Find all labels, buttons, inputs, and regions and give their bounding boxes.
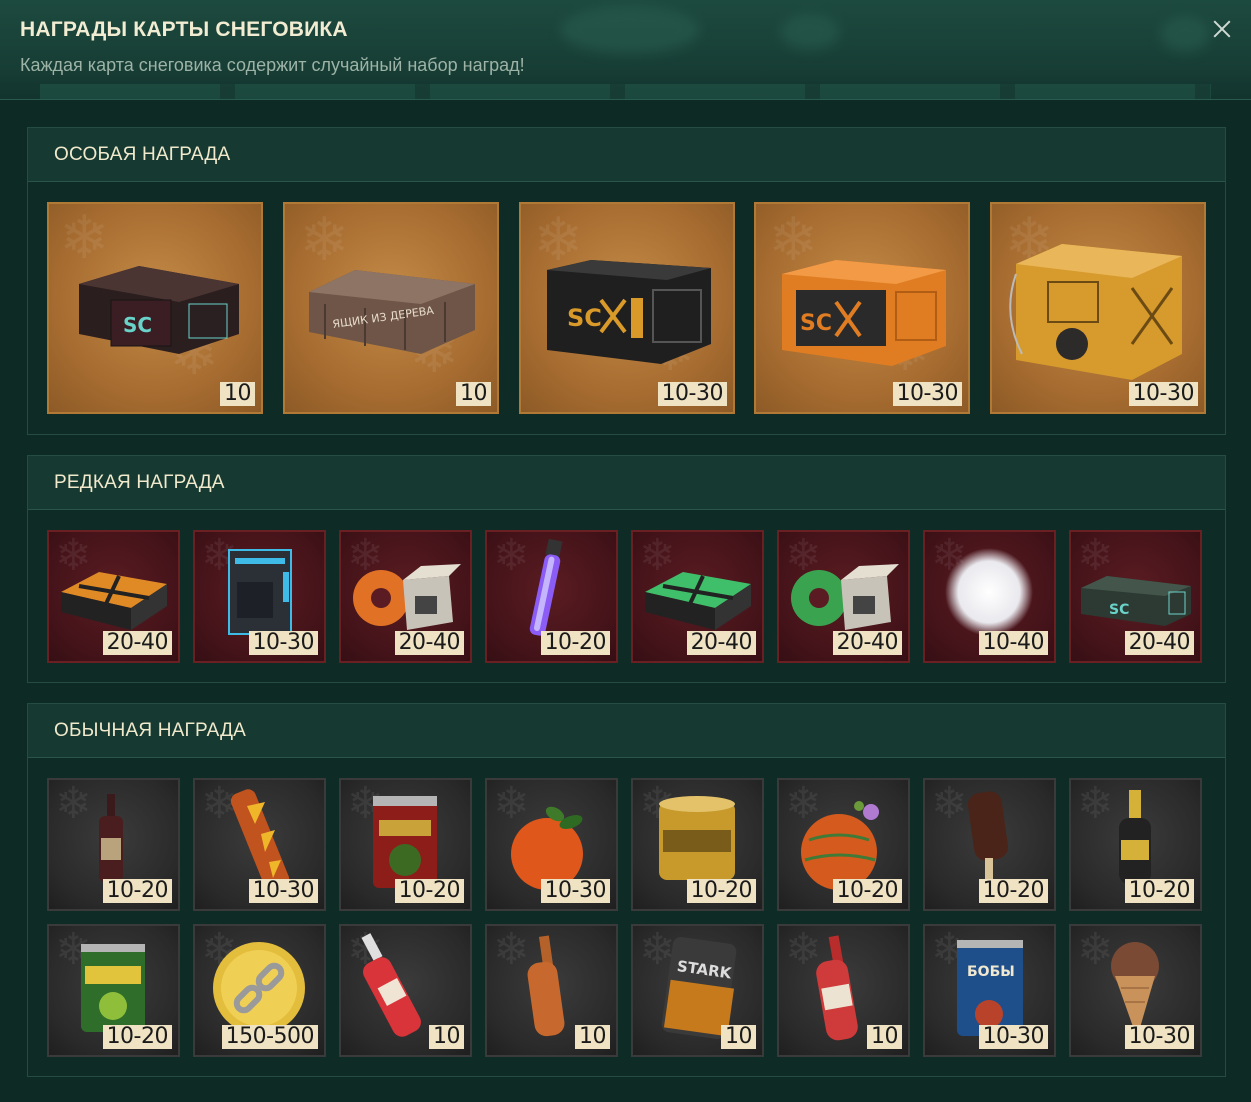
special-reward-section: ОСОБАЯ НАГРАДА ❄ ❄ SC 10 ❄ ❄ ЯЩИК ИЗ ДЕРЕВ… [27,127,1226,435]
modal-title: НАГРАДЫ КАРТЫ СНЕГОВИКА [20,18,348,41]
svg-text:SC: SC [1109,602,1129,618]
quantity-badge: 10-20 [394,879,464,903]
modal-header: НАГРАДЫ КАРТЫ СНЕГОВИКА Каждая карта сне… [0,0,1251,100]
reward-tile[interactable]: ❄❄ 10-30 [990,202,1206,414]
quantity-badge: 10-30 [1124,1025,1194,1049]
svg-text:SC: SC [800,311,832,336]
reward-tile[interactable]: ❄ 10 [485,924,618,1057]
reward-tile[interactable]: ❄ ❄ ЯЩИК ИЗ ДЕРЕВА 10 [283,202,499,414]
quantity-badge: 20-40 [686,631,756,655]
quantity-badge: 10-20 [102,879,172,903]
quantity-badge: 10-30 [248,631,318,655]
reward-tile[interactable]: ❄ 10-20 [923,778,1056,911]
reward-tile[interactable]: ❄ SC 20-40 [1069,530,1202,663]
quantity-badge: 20-40 [394,631,464,655]
quantity-badge: 10-30 [892,382,962,406]
quantity-badge: 10 [721,1025,756,1049]
svg-text:SC: SC [123,313,152,337]
quantity-badge: 10-20 [1124,879,1194,903]
reward-tile[interactable]: ❄ 10-20 [485,530,618,663]
blurred-background [780,14,840,50]
section-title: ОСОБАЯ НАГРАДА [28,128,1225,182]
reward-tile[interactable]: ❄ 10-40 [923,530,1056,663]
modal-subtitle: Каждая карта снеговика содержит случайны… [20,55,525,75]
reward-tile[interactable]: ❄ 20-40 [777,530,910,663]
quantity-badge: 10-20 [540,631,610,655]
reward-tile[interactable]: ❄❄ SC 10-30 [519,202,735,414]
svg-text:SC: SC [567,304,602,332]
quantity-badge: 10-30 [1128,382,1198,406]
quantity-badge: 150-500 [221,1025,318,1049]
quantity-badge: 10-20 [686,879,756,903]
quantity-badge: 10 [220,382,255,406]
reward-tile[interactable]: ❄ 20-40 [47,530,180,663]
svg-text:БОБЫ: БОБЫ [967,964,1015,980]
reward-tile[interactable]: ❄ БОБЫ 10-30 [923,924,1056,1057]
reward-tile[interactable]: ❄ 10-20 [631,778,764,911]
reward-tile[interactable]: ❄ 10-20 [339,778,472,911]
reward-tile[interactable]: ❄ 10-20 [777,778,910,911]
reward-tile[interactable]: ❄ 20-40 [631,530,764,663]
reward-tile[interactable]: ❄ 10-20 [1069,778,1202,911]
blurred-background [1160,16,1210,52]
reward-tile[interactable]: ❄ 150-500 [193,924,326,1057]
reward-tile[interactable]: ❄ 10-30 [193,778,326,911]
blurred-tabs-background [40,84,1211,99]
section-title: ОБЫЧНАЯ НАГРАДА [28,704,1225,758]
close-icon[interactable] [1209,16,1235,42]
quantity-badge: 10-20 [102,1025,172,1049]
quantity-badge: 20-40 [102,631,172,655]
reward-tile[interactable]: ❄ 10-20 [47,778,180,911]
section-title: РЕДКАЯ НАГРАДА [28,456,1225,510]
reward-tile[interactable]: ❄ 20-40 [339,530,472,663]
quantity-badge: 10-30 [540,879,610,903]
reward-tile[interactable]: ❄ ❄ SC 10 [47,202,263,414]
quantity-badge: 10-40 [978,631,1048,655]
quantity-badge: 10 [456,382,491,406]
reward-tile[interactable]: ❄ STARK 10 [631,924,764,1057]
common-reward-section: ОБЫЧНАЯ НАГРАДА ❄ 10-20 ❄ 10-30 ❄ 10-20 … [27,703,1226,1077]
quantity-badge: 10-30 [248,879,318,903]
reward-tile[interactable]: ❄ 10-30 [485,778,618,911]
quantity-badge: 10 [867,1025,902,1049]
quantity-badge: 10-30 [657,382,727,406]
quantity-badge: 10 [575,1025,610,1049]
reward-tile[interactable]: ❄❄ SC 10-30 [754,202,970,414]
quantity-badge: 20-40 [832,631,902,655]
blurred-background [560,6,700,54]
reward-tile[interactable]: ❄ 10 [777,924,910,1057]
reward-tile[interactable]: ❄ 10-20 [47,924,180,1057]
quantity-badge: 20-40 [1124,631,1194,655]
quantity-badge: 10-30 [978,1025,1048,1049]
rare-reward-section: РЕДКАЯ НАГРАДА ❄ 20-40 ❄ 10-30 ❄ 20-40 ❄… [27,455,1226,683]
reward-tile[interactable]: ❄ 10-30 [193,530,326,663]
reward-tile[interactable]: ❄ 10-30 [1069,924,1202,1057]
quantity-badge: 10-20 [978,879,1048,903]
quantity-badge: 10 [429,1025,464,1049]
reward-tile[interactable]: ❄ 10 [339,924,472,1057]
quantity-badge: 10-20 [832,879,902,903]
